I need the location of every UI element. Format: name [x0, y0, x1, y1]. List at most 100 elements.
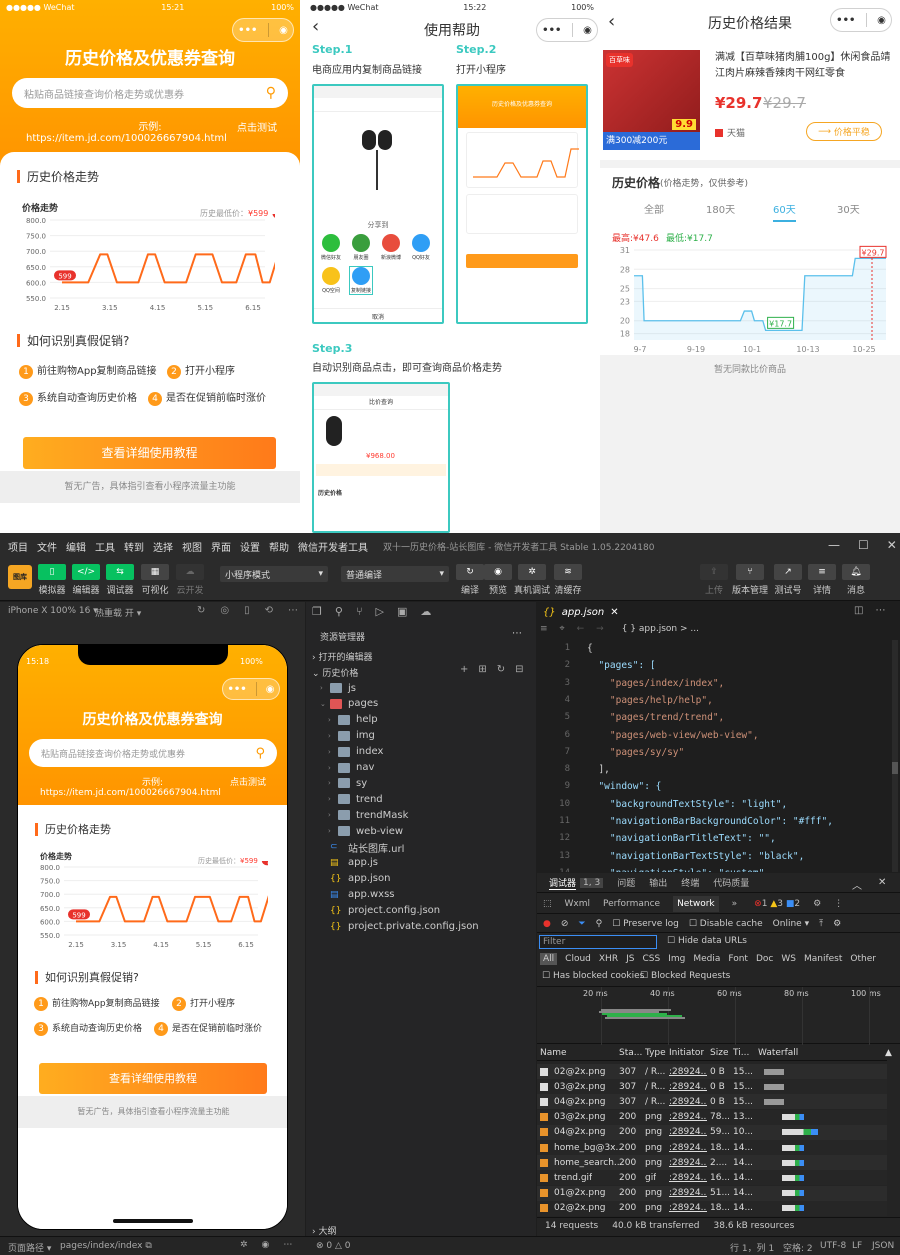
preview-button[interactable]: ◉ 预览 — [484, 564, 512, 596]
table-row[interactable]: 01@2x.png 200 png:28924... 51... 14... — [537, 1185, 887, 1201]
upload-button[interactable]: ⇪ 上传 — [700, 564, 728, 596]
code-line[interactable]: { — [587, 640, 593, 657]
menu-view[interactable]: 视图 — [182, 539, 202, 554]
tab-debugger[interactable]: 调试器 — [549, 876, 577, 890]
tab-network[interactable]: Network — [673, 895, 719, 912]
more-icon[interactable]: ••• — [238, 25, 257, 36]
sim-tutorial-button[interactable]: 查看详细使用教程 — [39, 1063, 267, 1094]
line-ending[interactable]: LF — [852, 1241, 862, 1251]
blocked-requests-checkbox[interactable]: ☐ Blocked Requests — [640, 971, 730, 981]
menu-goto[interactable]: 转到 — [124, 539, 144, 554]
collapse-icon[interactable]: ⊟ — [515, 664, 523, 675]
compile-select[interactable]: 普通编译 ▾ — [341, 566, 449, 582]
filter-input[interactable]: Filter — [539, 935, 657, 949]
table-row[interactable]: 03@2x.png 307 / R...:28924... 0 B 15... — [537, 1079, 887, 1095]
column-header[interactable]: Waterfall — [758, 1048, 798, 1058]
blocked-cookies-checkbox[interactable]: ☐ Has blocked cookies — [542, 971, 644, 981]
inspect-icon[interactable]: ⬚ — [543, 899, 552, 909]
type-filter-manifest[interactable]: Manifest — [804, 954, 842, 964]
visual-toggle[interactable]: ▦ 可视化 — [141, 564, 169, 596]
menu-wechat-devtools[interactable]: 微信开发者工具 — [298, 539, 368, 554]
code-line[interactable]: "pages/web-view/web-view", — [587, 727, 759, 744]
code-line[interactable]: "pages/sy/sy" — [587, 744, 684, 761]
table-row[interactable]: trend.gif 200 gif:28924... 16... 14... — [537, 1170, 887, 1186]
import-icon[interactable]: ⤒ — [819, 919, 823, 929]
code-line[interactable]: "pages/trend/trend", — [587, 709, 724, 726]
tree-item-index[interactable]: › index — [306, 744, 383, 760]
table-row[interactable]: home_bg@3x... 200 png:28924... 18... 14... — [537, 1140, 887, 1155]
menu-capsule[interactable]: ••• ◉ — [232, 18, 294, 42]
details-button[interactable]: ≡ 详情 — [808, 564, 836, 596]
network-overview[interactable]: 20 ms 40 ms 60 ms 80 ms 100 ms — [537, 986, 900, 1045]
code-line[interactable]: ], — [587, 761, 609, 778]
column-header[interactable]: Ti... — [733, 1048, 749, 1058]
tree-item-app-wxss[interactable]: ▤ app.wxss — [306, 887, 395, 903]
menu-tools[interactable]: 工具 — [95, 539, 115, 554]
tree-item-img[interactable]: › img — [306, 728, 375, 744]
code-line[interactable]: "backgroundTextStyle": "light", — [587, 796, 787, 813]
tab-terminal[interactable]: 终端 — [681, 876, 699, 889]
preserve-log-checkbox[interactable]: ☐ Preserve log — [612, 919, 679, 929]
type-filter-xhr[interactable]: XHR — [599, 954, 618, 964]
table-row[interactable]: 02@2x.png 200 png:28924... 18... 14... — [537, 1200, 887, 1216]
code-line[interactable]: "navigationStyle": "custom" — [587, 865, 764, 872]
messages-button[interactable]: 🔔︎ 消息 — [842, 564, 870, 596]
sim-tap-test[interactable]: 点击测试 — [230, 775, 266, 788]
source-control-icon[interactable]: ⑂ — [356, 605, 363, 618]
tab-all[interactable]: 全部 — [644, 201, 664, 216]
type-filter-font[interactable]: Font — [728, 954, 748, 964]
type-filter-all[interactable]: All — [540, 953, 558, 965]
code-line[interactable]: "window": { — [587, 778, 661, 795]
code-line[interactable]: "navigationBarTextStyle": "black", — [587, 848, 804, 865]
type-filter-cloud[interactable]: Cloud — [565, 954, 591, 964]
tree-item-help[interactable]: › help — [306, 712, 378, 728]
close-circle-icon[interactable]: ◉ — [279, 25, 288, 36]
tree-item-trendMask[interactable]: › trendMask — [306, 807, 408, 823]
menu-interface[interactable]: 界面 — [211, 539, 231, 554]
tab-60[interactable]: 60天 — [773, 201, 796, 222]
more-icon[interactable]: ⋯ — [283, 1240, 292, 1250]
menu-edit[interactable]: 编辑 — [66, 539, 86, 554]
tree-item-nav[interactable]: › nav — [306, 760, 374, 776]
files-icon[interactable]: ❐ — [312, 605, 322, 618]
cursor-position[interactable]: 行 1，列 1 — [730, 1241, 774, 1254]
record-icon[interactable]: ◎ — [220, 605, 229, 616]
table-row[interactable]: home_search... 200 png:28924... 2.... 14... — [537, 1155, 887, 1171]
type-filter-other[interactable]: Other — [850, 954, 876, 964]
tab-performance[interactable]: Performance — [603, 899, 660, 909]
tab-30[interactable]: 30天 — [837, 201, 860, 216]
hide-data-urls-checkbox[interactable]: ☐ Hide data URLs — [667, 936, 747, 946]
tree-item-web-view[interactable]: › web-view — [306, 823, 403, 839]
table-row[interactable]: 04@2x.png 200 png:28924... 59... 10... — [537, 1124, 887, 1140]
sim-example-url[interactable]: https://item.jd.com/100026667904.html — [40, 788, 221, 798]
new-folder-icon[interactable]: ⊞ — [478, 664, 486, 675]
price-stable-button[interactable]: ⟶ 价格平稳 — [806, 122, 882, 141]
tab-wxml[interactable]: Wxml — [565, 899, 591, 909]
code-line[interactable]: "pages/help/help", — [587, 692, 713, 709]
type-filter-js[interactable]: JS — [626, 954, 634, 964]
type-filter-css[interactable]: CSS — [642, 954, 660, 964]
sort-icon[interactable]: ▲ — [885, 1048, 892, 1058]
bookmark-icon[interactable]: ⌖ — [560, 624, 565, 634]
cloud-icon[interactable]: ☁ — [420, 605, 431, 618]
filter-icon[interactable]: ⏷ — [578, 919, 585, 929]
hotreload-toggle[interactable]: 热重载 开 ▾ — [95, 606, 141, 619]
tree-item-sy[interactable]: › sy — [306, 775, 367, 791]
tree-item-project-config-json[interactable]: {} project.config.json — [306, 903, 440, 919]
search-icon[interactable]: ⚲ — [335, 605, 343, 618]
more-icon[interactable]: ⋯ — [875, 605, 885, 616]
close-icon[interactable]: ✕ — [887, 538, 897, 552]
code-editor[interactable]: 1 {2 "pages": [3 "pages/index/index", 4 "p… — [537, 640, 892, 872]
menu-select[interactable]: 选择 — [153, 539, 173, 554]
menu-settings[interactable]: 设置 — [240, 539, 260, 554]
split-icon[interactable]: ◫ — [854, 605, 863, 616]
page-path[interactable]: pages/index/index ⧉ — [60, 1241, 152, 1251]
record-stop-icon[interactable]: ● — [543, 919, 551, 929]
table-row[interactable]: 02@2x.png 307 / R...:28924... 0 B 15... — [537, 1064, 887, 1079]
maximize-icon[interactable]: ☐ — [858, 538, 869, 552]
tab-problems[interactable]: 问题 — [617, 876, 635, 889]
column-header[interactable]: Initiator — [669, 1048, 704, 1058]
more-icon[interactable]: ⋯ — [288, 605, 298, 616]
tree-item-trend[interactable]: › trend — [306, 791, 383, 807]
refresh-icon[interactable]: ↻ — [497, 664, 505, 675]
